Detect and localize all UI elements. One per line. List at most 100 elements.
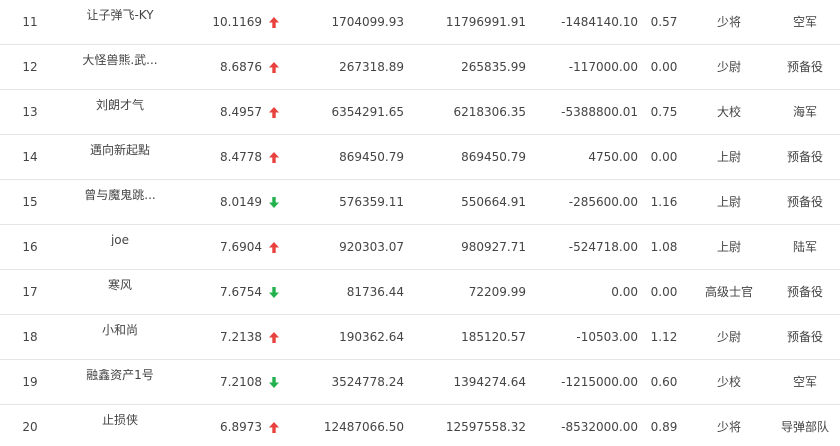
military-rank-cell: 高级士官 [704, 285, 753, 299]
ratio-cell: 0.75 [650, 105, 678, 119]
rank-cell: 18 [22, 330, 38, 344]
ratio-cell: 0.00 [650, 150, 678, 164]
score-cell: 10.1169 [212, 15, 262, 29]
value-2-cell: 11796991.91 [445, 15, 526, 29]
arrow-up-icon [266, 315, 282, 359]
military-rank-cell: 上尉 [716, 195, 741, 209]
branch-cell: 陆军 [792, 240, 817, 254]
military-rank-cell: 大校 [716, 105, 741, 119]
table-row[interactable]: 16 joe 7.6904 920303.07 980927.71 -524718.00 1… [0, 225, 840, 270]
value-1-cell: 869450.79 [339, 150, 404, 164]
value-3-cell: -1484140.10 [561, 15, 638, 29]
user-name-link[interactable]: 大怪兽熊.武... [60, 54, 180, 66]
value-3-cell: -5388800.01 [561, 105, 638, 119]
value-2-cell: 980927.71 [461, 240, 526, 254]
value-2-cell: 869450.79 [461, 150, 526, 164]
arrow-down-icon [266, 180, 282, 224]
arrow-down-icon [266, 270, 282, 314]
ratio-cell: 0.60 [650, 375, 678, 389]
score-cell: 8.4778 [220, 150, 262, 164]
value-2-cell: 12597558.32 [445, 420, 526, 434]
arrow-up-icon [266, 135, 282, 179]
value-2-cell: 185120.57 [461, 330, 526, 344]
table-row[interactable]: 11 让子弹飞-KY 10.1169 1704099.93 11796991.91 -14… [0, 0, 840, 45]
rank-cell: 14 [22, 150, 38, 164]
rank-cell: 12 [22, 60, 38, 74]
ratio-cell: 0.89 [650, 420, 678, 434]
value-3-cell: -8532000.00 [561, 420, 638, 434]
ratio-cell: 0.57 [650, 15, 678, 29]
value-1-cell: 1704099.93 [331, 15, 404, 29]
branch-cell: 预备役 [786, 330, 823, 344]
table-row[interactable]: 18 小和尚 7.2138 190362.64 185120.57 -10503.00 1.… [0, 315, 840, 360]
military-rank-cell: 少尉 [716, 60, 741, 74]
user-name-link[interactable]: 小和尚 [60, 324, 180, 336]
arrow-up-icon [266, 405, 282, 446]
military-rank-cell: 少尉 [716, 330, 741, 344]
rank-cell: 11 [22, 15, 38, 29]
rank-cell: 19 [22, 375, 38, 389]
table-row[interactable]: 14 邁向新起點 8.4778 869450.79 869450.79 4750.00 0.… [0, 135, 840, 180]
value-3-cell: 4750.00 [588, 150, 638, 164]
branch-cell: 预备役 [786, 285, 823, 299]
ratio-cell: 0.00 [650, 60, 678, 74]
user-name-link[interactable]: 曾与魔鬼跳... [60, 189, 180, 201]
user-name-link[interactable]: 融鑫资产1号 [60, 369, 180, 381]
user-name-link[interactable]: 邁向新起點 [60, 144, 180, 156]
value-2-cell: 6218306.35 [453, 105, 526, 119]
rank-cell: 13 [22, 105, 38, 119]
value-3-cell: -1215000.00 [561, 375, 638, 389]
branch-cell: 预备役 [786, 60, 823, 74]
branch-cell: 空军 [792, 15, 817, 29]
user-name-link[interactable]: 寒风 [60, 279, 180, 291]
table-row[interactable]: 17 寒风 7.6754 81736.44 72209.99 0.00 0.00 高级士官 预备… [0, 270, 840, 315]
ranking-table: 11 让子弹飞-KY 10.1169 1704099.93 11796991.91 -14… [0, 0, 840, 446]
rank-cell: 17 [22, 285, 38, 299]
arrow-up-icon [266, 90, 282, 134]
rank-cell: 15 [22, 195, 38, 209]
table-row[interactable]: 12 大怪兽熊.武... 8.6876 267318.89 265835.99 -1170… [0, 45, 840, 90]
branch-cell: 预备役 [786, 195, 823, 209]
ratio-cell: 0.00 [650, 285, 678, 299]
rank-cell: 16 [22, 240, 38, 254]
arrow-up-icon [266, 0, 282, 44]
branch-cell: 空军 [792, 375, 817, 389]
value-3-cell: -117000.00 [568, 60, 638, 74]
table-row[interactable]: 19 融鑫资产1号 7.2108 3524778.24 1394274.64 -12150… [0, 360, 840, 405]
score-cell: 7.6754 [220, 285, 262, 299]
military-rank-cell: 少将 [716, 15, 741, 29]
value-3-cell: -524718.00 [568, 240, 638, 254]
military-rank-cell: 少将 [716, 420, 741, 434]
branch-cell: 导弹部队 [780, 420, 829, 434]
score-cell: 7.2108 [220, 375, 262, 389]
score-cell: 6.8973 [220, 420, 262, 434]
user-name-link[interactable]: joe [60, 234, 180, 246]
score-cell: 7.6904 [220, 240, 262, 254]
user-name-link[interactable]: 让子弹飞-KY [60, 9, 180, 21]
user-name-link[interactable]: 刘朗才气 [60, 99, 180, 111]
ratio-cell: 1.16 [650, 195, 678, 209]
score-cell: 8.4957 [220, 105, 262, 119]
value-3-cell: -285600.00 [568, 195, 638, 209]
arrow-down-icon [266, 360, 282, 404]
score-cell: 8.0149 [220, 195, 262, 209]
value-1-cell: 190362.64 [339, 330, 404, 344]
value-1-cell: 6354291.65 [331, 105, 404, 119]
value-2-cell: 72209.99 [468, 285, 526, 299]
ratio-cell: 1.12 [650, 330, 678, 344]
table-row[interactable]: 15 曾与魔鬼跳... 8.0149 576359.11 550664.91 -28560… [0, 180, 840, 225]
user-name-link[interactable]: 止损侠 [60, 414, 180, 426]
arrow-up-icon [266, 225, 282, 269]
value-3-cell: -10503.00 [576, 330, 638, 344]
ratio-cell: 1.08 [650, 240, 678, 254]
branch-cell: 海军 [792, 105, 817, 119]
value-2-cell: 265835.99 [461, 60, 526, 74]
table-row[interactable]: 13 刘朗才气 8.4957 6354291.65 6218306.35 -5388800… [0, 90, 840, 135]
value-1-cell: 920303.07 [339, 240, 404, 254]
arrow-up-icon [266, 45, 282, 89]
value-1-cell: 267318.89 [339, 60, 404, 74]
value-1-cell: 576359.11 [339, 195, 404, 209]
table-row[interactable]: 20 止损侠 6.8973 12487066.50 12597558.32 -853200… [0, 405, 840, 446]
score-cell: 7.2138 [220, 330, 262, 344]
military-rank-cell: 上尉 [716, 240, 741, 254]
